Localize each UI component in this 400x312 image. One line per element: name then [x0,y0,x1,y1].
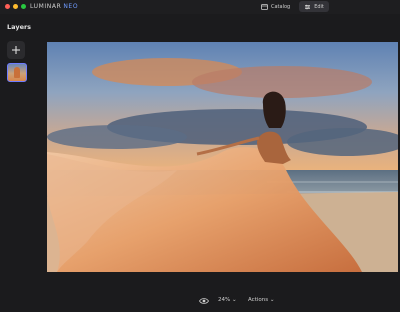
zoom-dropdown[interactable]: 24% ⌄ [218,297,237,303]
plus-icon [12,46,20,54]
layer-thumbnail[interactable] [7,63,27,82]
minimize-window-button[interactable] [13,4,18,9]
brand-suffix: NEO [63,3,79,10]
catalog-icon [261,3,268,10]
edit-icon [305,4,311,9]
photo-image [47,58,398,272]
layers-title: Layers [7,23,32,31]
catalog-label: Catalog [271,3,291,10]
window-controls [5,4,26,9]
layers-panel: Layers [0,14,42,312]
close-window-button[interactable] [5,4,10,9]
title-bar: LUMINAR NEO Catalog Edit [0,0,400,14]
edit-button[interactable]: Edit [299,1,329,12]
app-logo: LUMINAR NEO [30,3,78,10]
actions-label: Actions [248,297,269,303]
chevron-down-icon: ⌄ [269,297,275,303]
eye-icon[interactable] [199,297,209,305]
image-canvas[interactable] [47,42,398,272]
bottom-toolbar: 24% ⌄ Actions ⌄ [0,292,400,312]
chevron-down-icon: ⌄ [231,297,237,303]
photo-thumbnail [14,67,20,78]
zoom-label: 24% [218,297,231,303]
top-navigation: Catalog Edit [256,1,329,12]
add-layer-button[interactable] [7,41,25,59]
catalog-button[interactable]: Catalog [256,1,295,12]
actions-dropdown[interactable]: Actions ⌄ [248,297,274,303]
edit-label: Edit [314,3,324,10]
zoom-window-button[interactable] [21,4,26,9]
brand-name: LUMINAR [30,3,62,10]
